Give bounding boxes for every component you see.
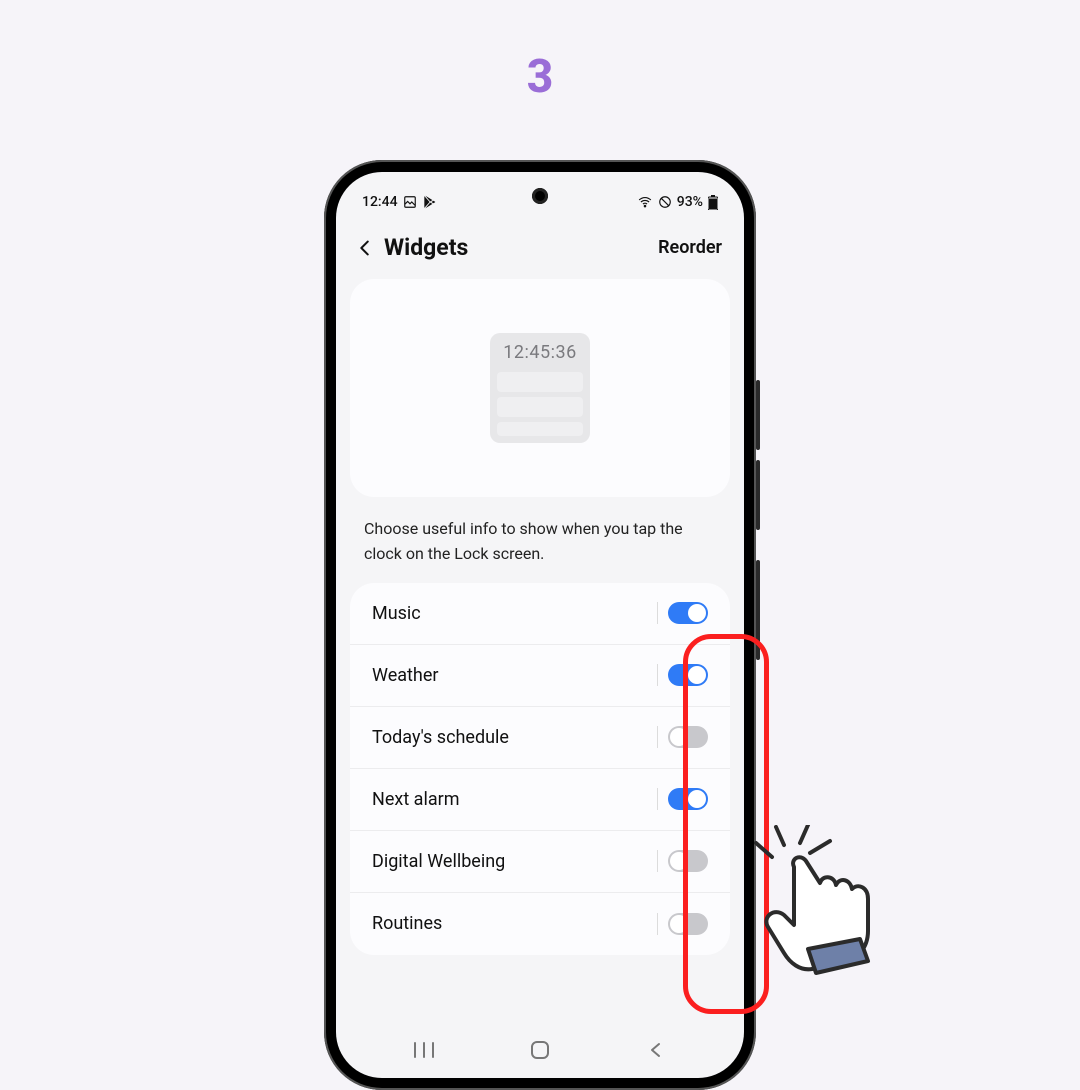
mini-row — [497, 397, 583, 417]
mini-row — [497, 422, 583, 436]
widget-list: Music Weather Today's schedule Next alarm Di… — [350, 583, 730, 955]
battery-icon — [708, 195, 718, 210]
widget-toggle[interactable] — [668, 602, 708, 624]
divider — [657, 726, 658, 748]
widget-row[interactable]: Music — [350, 583, 730, 645]
front-camera — [532, 188, 548, 204]
mini-row — [497, 372, 583, 392]
widget-label: Weather — [372, 665, 438, 686]
divider — [657, 913, 658, 935]
image-icon — [403, 195, 417, 209]
widget-row[interactable]: Next alarm — [350, 769, 730, 831]
widget-preview: 12:45:36 — [350, 279, 730, 497]
widget-row[interactable]: Digital Wellbeing — [350, 831, 730, 893]
widget-row[interactable]: Weather — [350, 645, 730, 707]
widget-label: Next alarm — [372, 789, 460, 810]
widget-toggle[interactable] — [668, 726, 708, 748]
android-nav-bar — [336, 1028, 744, 1078]
back-nav-button[interactable] — [626, 1041, 686, 1059]
volume-up-button — [756, 380, 760, 450]
battery-percent: 93% — [677, 194, 703, 210]
widget-toggle[interactable] — [668, 788, 708, 810]
reorder-button[interactable]: Reorder — [658, 237, 722, 258]
mini-clock: 12:45:36 — [497, 340, 583, 367]
phone-screen: 12:44 93% Widgets Reorder 12:45:36 — [336, 172, 744, 1078]
play-store-icon — [422, 195, 436, 209]
page-header: Widgets Reorder — [336, 212, 744, 279]
wifi-icon — [637, 195, 653, 209]
recents-button[interactable] — [394, 1041, 454, 1059]
divider — [657, 850, 658, 872]
divider — [657, 664, 658, 686]
volume-down-button — [756, 460, 760, 530]
widget-label: Routines — [372, 913, 442, 934]
tap-hand-icon — [750, 825, 910, 989]
divider — [657, 788, 658, 810]
divider — [657, 602, 658, 624]
widget-toggle[interactable] — [668, 913, 708, 935]
power-button — [756, 560, 760, 660]
mini-widget: 12:45:36 — [490, 333, 590, 443]
hint-text: Choose useful info to show when you tap … — [336, 497, 744, 583]
page-title: Widgets — [384, 234, 468, 261]
back-icon[interactable] — [354, 237, 376, 259]
widget-row[interactable]: Routines — [350, 893, 730, 955]
phone-frame: 12:44 93% Widgets Reorder 12:45:36 — [324, 160, 756, 1090]
widget-label: Digital Wellbeing — [372, 851, 505, 872]
status-time: 12:44 — [362, 194, 398, 210]
widget-label: Music — [372, 603, 421, 624]
widget-label: Today's schedule — [372, 727, 509, 748]
step-number: 3 — [527, 50, 554, 104]
home-button[interactable] — [510, 1040, 570, 1060]
widget-toggle[interactable] — [668, 664, 708, 686]
widget-toggle[interactable] — [668, 850, 708, 872]
widget-row[interactable]: Today's schedule — [350, 707, 730, 769]
no-disturb-icon — [658, 195, 672, 209]
